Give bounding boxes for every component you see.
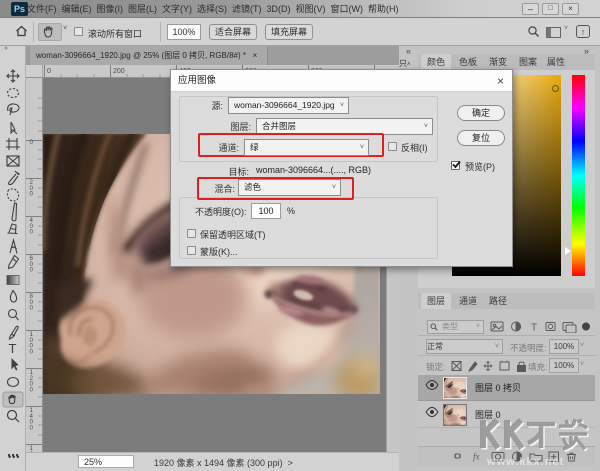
svg-text:600: 600 [30,255,34,274]
svg-text:1400: 1400 [30,407,34,431]
svg-text:1600: 1600 [30,445,34,452]
svg-text:T: T [9,341,17,356]
svg-text:200: 200 [30,179,34,198]
svg-text:1200: 1200 [30,369,34,393]
svg-text:400: 400 [30,217,34,236]
svg-text:0: 0 [30,139,34,146]
svg-text:1000: 1000 [30,331,34,355]
svg-text:0: 0 [47,68,51,75]
svg-text:200: 200 [113,68,125,75]
svg-text:T: T [531,323,537,334]
svg-text:800: 800 [30,293,34,312]
